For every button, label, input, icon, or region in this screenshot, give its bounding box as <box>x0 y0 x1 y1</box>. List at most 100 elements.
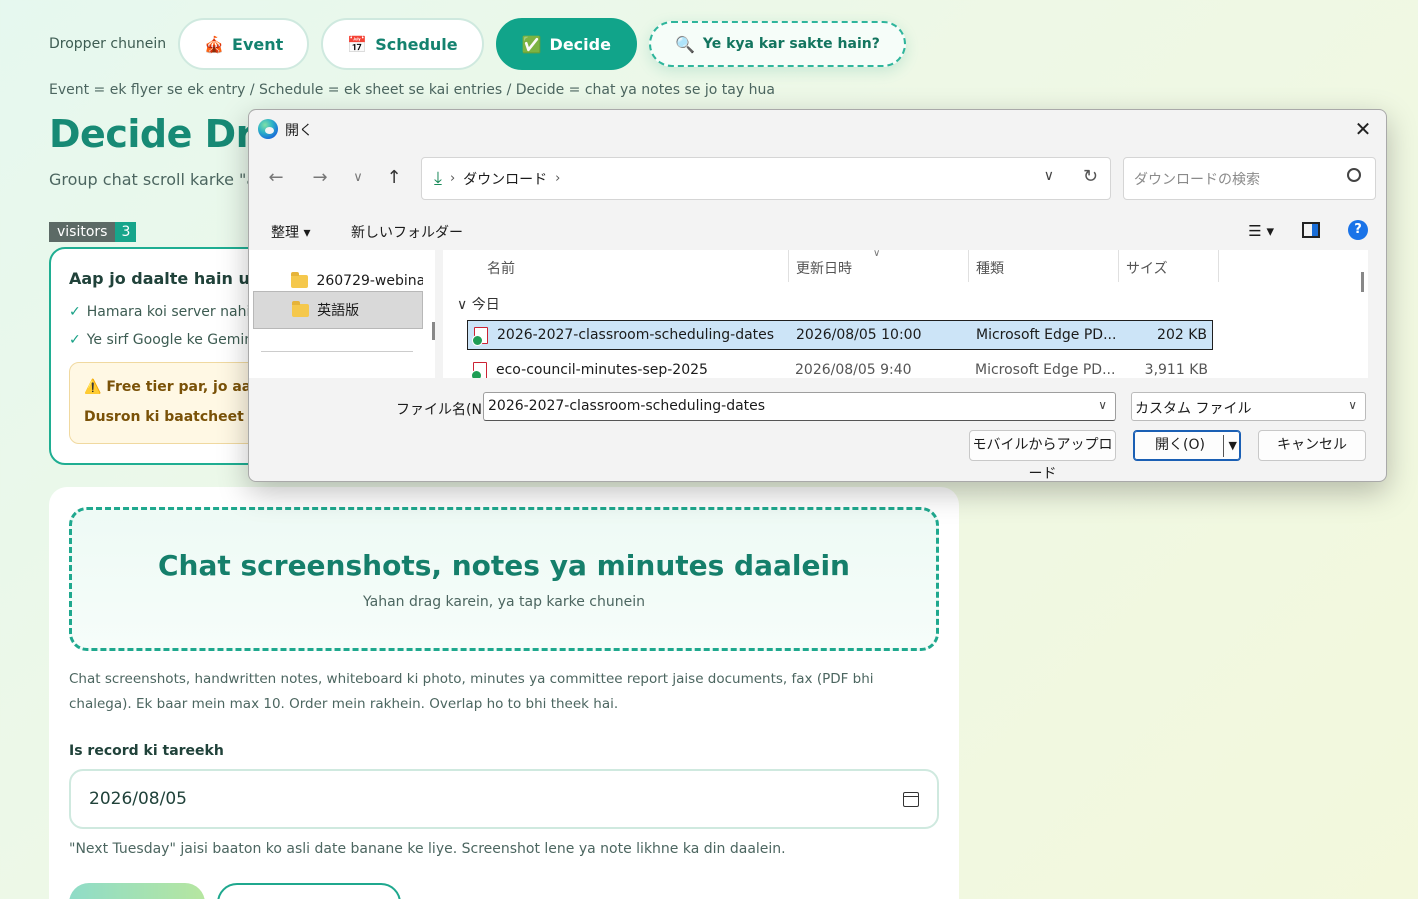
folder-icon <box>292 300 310 317</box>
date-input[interactable]: 2026/08/05 <box>69 769 939 829</box>
column-size-header[interactable]: サイズ <box>1126 258 1168 282</box>
visitors-badge: visitors 3 <box>49 222 137 242</box>
organize-menu[interactable]: 整理 ▾ <box>271 222 310 242</box>
help-pill-label: Ye kya kar sakte hain? <box>702 36 880 52</box>
back-arrow-icon[interactable]: ← <box>264 167 288 188</box>
breadcrumb-separator-icon: › <box>449 171 456 186</box>
file-list-scrollbar[interactable] <box>1361 272 1364 292</box>
nav-scrollbar[interactable] <box>432 322 435 340</box>
address-folder[interactable]: ダウンロード <box>463 169 547 189</box>
circus-tent-icon: 🎪 <box>204 34 225 54</box>
privacy-item-text: Hamara koi server nahi <box>86 304 251 320</box>
open-button[interactable]: 開く(O) ▼ <box>1133 430 1241 461</box>
file-type-value: カスタム ファイル <box>1135 401 1252 417</box>
view-options-icon[interactable]: ☰ ▾ <box>1248 222 1274 240</box>
tab-event-label: Event <box>232 34 284 54</box>
secondary-action-button[interactable] <box>217 883 401 899</box>
column-divider[interactable] <box>1218 250 1219 282</box>
filename-row: ファイル名(N): 2026-2027-classroom-scheduling… <box>249 392 1386 422</box>
preview-pane-icon[interactable] <box>1302 222 1320 238</box>
date-input-value: 2026/08/05 <box>89 789 187 809</box>
upload-card: Chat screenshots, notes ya minutes daale… <box>49 487 959 899</box>
new-folder-button[interactable]: 新しいフォルダー <box>351 222 463 242</box>
tab-decide[interactable]: ✅ Decide <box>495 18 637 70</box>
column-name-header[interactable]: 名前 <box>487 258 515 282</box>
search-input[interactable]: ダウンロードの検索 <box>1123 157 1376 200</box>
drop-zone-subtitle: Yahan drag karein, ya tap karke chunein <box>363 593 645 610</box>
breadcrumb-separator-icon[interactable]: › <box>555 171 560 186</box>
upload-from-mobile-button[interactable]: モバイルからアップロード <box>969 430 1116 481</box>
command-bar: 整理 ▾ 新しいフォルダー ☰ ▾ ? <box>249 218 1386 244</box>
file-type: Microsoft Edge PD... <box>975 362 1116 378</box>
warning-icon: ⚠️ <box>84 379 102 395</box>
filename-value: 2026-2027-classroom-scheduling-dates <box>488 398 766 414</box>
search-icon[interactable] <box>1347 168 1361 182</box>
nav-divider <box>261 351 413 352</box>
check-icon: ✓ <box>69 332 81 348</box>
split-divider <box>1223 435 1224 457</box>
file-date: 2026/08/05 10:00 <box>796 327 922 343</box>
recent-locations-chevron-icon[interactable]: ∨ <box>346 170 370 185</box>
dialog-buttons: モバイルからアップロード 開く(O) ▼ キャンセル <box>249 430 1386 481</box>
filename-input[interactable]: 2026-2027-classroom-scheduling-dates ∨ <box>483 392 1116 421</box>
dialog-title: 開く <box>285 123 313 139</box>
help-icon[interactable]: ? <box>1348 220 1368 240</box>
nav-folder-label: 260729-webinar <box>316 273 423 289</box>
file-size: 3,911 KB <box>1144 362 1208 378</box>
open-button-label: 開く(O) <box>1155 437 1205 453</box>
magnifier-icon: 🔍 <box>674 34 695 54</box>
drop-zone-title: Chat screenshots, notes ya minutes daale… <box>157 548 850 582</box>
address-bar[interactable]: ⤓ › ダウンロード › ∨ ↻ <box>421 157 1111 200</box>
close-icon[interactable]: ✕ <box>1350 116 1376 142</box>
pdf-file-icon <box>471 362 487 378</box>
up-arrow-icon[interactable]: ↑ <box>382 167 406 188</box>
upload-help-text: Chat screenshots, handwritten notes, whi… <box>69 671 874 712</box>
file-type-select[interactable]: カスタム ファイル ∨ <box>1131 392 1366 421</box>
collapse-chevron-icon: ∨ <box>457 297 468 313</box>
column-divider[interactable] <box>968 250 969 282</box>
file-row[interactable]: 2026-2027-classroom-scheduling-dates 202… <box>467 320 1213 350</box>
refresh-icon[interactable]: ↻ <box>1083 166 1098 187</box>
file-type: Microsoft Edge PD... <box>976 327 1117 343</box>
group-header[interactable]: ∨ 今日 <box>457 294 500 314</box>
chevron-down-icon[interactable]: ∨ <box>1044 168 1054 184</box>
file-size: 202 KB <box>1157 327 1207 343</box>
forward-arrow-icon[interactable]: → <box>308 167 332 188</box>
file-name: 2026-2027-classroom-scheduling-dates <box>497 327 775 343</box>
tab-schedule-label: Schedule <box>375 34 458 54</box>
file-row[interactable]: eco-council-minutes-sep-2025 2026/08/05 … <box>467 356 1213 378</box>
date-hint: "Next Tuesday" jaisi baaton ko asli date… <box>69 841 786 857</box>
visitors-count: 3 <box>115 222 137 242</box>
chevron-down-icon[interactable]: ∨ <box>1098 398 1107 412</box>
drop-zone[interactable]: Chat screenshots, notes ya minutes daale… <box>69 507 939 651</box>
mode-label: Dropper chunein <box>49 36 167 52</box>
nav-folder-label: 英語版 <box>317 303 360 319</box>
open-file-dialog: 開く ✕ ← → ∨ ↑ ⤓ › ダウンロード › ∨ ↻ ダウンロードの検索 … <box>248 109 1387 482</box>
help-pill-button[interactable]: 🔍 Ye kya kar sakte hain? <box>648 21 906 67</box>
sort-chevron-icon: ∨ <box>873 250 881 259</box>
tab-schedule[interactable]: 📅 Schedule <box>321 18 484 70</box>
column-type-header[interactable]: 種類 <box>976 258 1004 282</box>
filename-label: ファイル名(N): <box>396 402 493 418</box>
file-date: 2026/08/05 9:40 <box>795 362 912 378</box>
calendar-picker-icon[interactable] <box>903 791 919 807</box>
chevron-down-icon: ∨ <box>1348 398 1357 412</box>
dialog-titlebar: 開く ✕ <box>249 110 1386 148</box>
navigation-pane: 260729-webinar 英語版 <box>249 250 435 378</box>
download-icon: ⤓ <box>434 168 442 189</box>
column-date-header[interactable]: 更新日時 <box>796 258 852 282</box>
column-divider[interactable] <box>1118 250 1119 282</box>
navigation-bar: ← → ∨ ↑ ⤓ › ダウンロード › ∨ ↻ ダウンロードの検索 <box>249 157 1386 201</box>
check-icon: ✓ <box>69 304 81 320</box>
mode-bar: Dropper chunein 🎪 Event 📅 Schedule ✅ Dec… <box>49 18 906 70</box>
column-divider[interactable] <box>788 250 789 282</box>
tab-event[interactable]: 🎪 Event <box>178 18 310 70</box>
file-name: eco-council-minutes-sep-2025 <box>496 362 708 378</box>
file-list: 名前 ∨ 更新日時 種類 サイズ ∨ 今日 2026-2027-classroo… <box>443 250 1368 378</box>
folder-icon <box>291 271 309 288</box>
cancel-button[interactable]: キャンセル <box>1258 430 1366 461</box>
nav-folder-english[interactable]: 英語版 <box>253 291 423 329</box>
breadcrumb: Event = ek flyer se ek entry / Schedule … <box>49 82 775 98</box>
primary-action-button[interactable] <box>69 883 205 899</box>
dropdown-arrow-icon[interactable]: ▼ <box>1229 431 1237 460</box>
